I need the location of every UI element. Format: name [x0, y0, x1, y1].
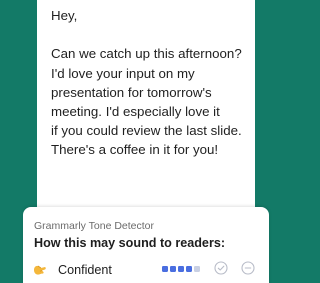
email-line: There's a coffee in it for you!: [51, 142, 219, 158]
check-circle-icon[interactable]: [214, 261, 228, 275]
tone-row-confident: Confident: [33, 261, 259, 279]
tone-label: Confident: [58, 263, 112, 277]
intensity-dot: [186, 266, 192, 272]
intensity-dot: [194, 266, 200, 272]
email-line: presentation for tomorrow's: [51, 84, 212, 100]
tone-detector-caption: Grammarly Tone Detector: [34, 220, 155, 232]
email-body[interactable]: Hey, Can we catch up this afternoon? I'd…: [51, 6, 255, 160]
email-card: Hey, Can we catch up this afternoon? I'd…: [37, 0, 255, 212]
email-line: meeting. I'd especially love it: [51, 104, 220, 119]
intensity-dot: [162, 266, 168, 272]
tone-detector-panel: Grammarly Tone Detector How this may sou…: [23, 207, 269, 283]
intensity-dot: [178, 266, 184, 272]
minus-circle-icon[interactable]: [241, 261, 255, 275]
tone-detector-heading: How this may sound to readers:: [34, 236, 226, 250]
email-greeting: Hey,: [51, 8, 78, 23]
email-line: if you could review the last slide.: [51, 123, 242, 139]
app-stage: Hey, Can we catch up this afternoon? I'd…: [0, 0, 290, 283]
confident-face-icon: [33, 263, 47, 277]
intensity-dot: [170, 266, 176, 272]
email-line: I'd love your input on my: [51, 65, 195, 81]
email-line: Can we catch up this afternoon?: [51, 46, 242, 62]
